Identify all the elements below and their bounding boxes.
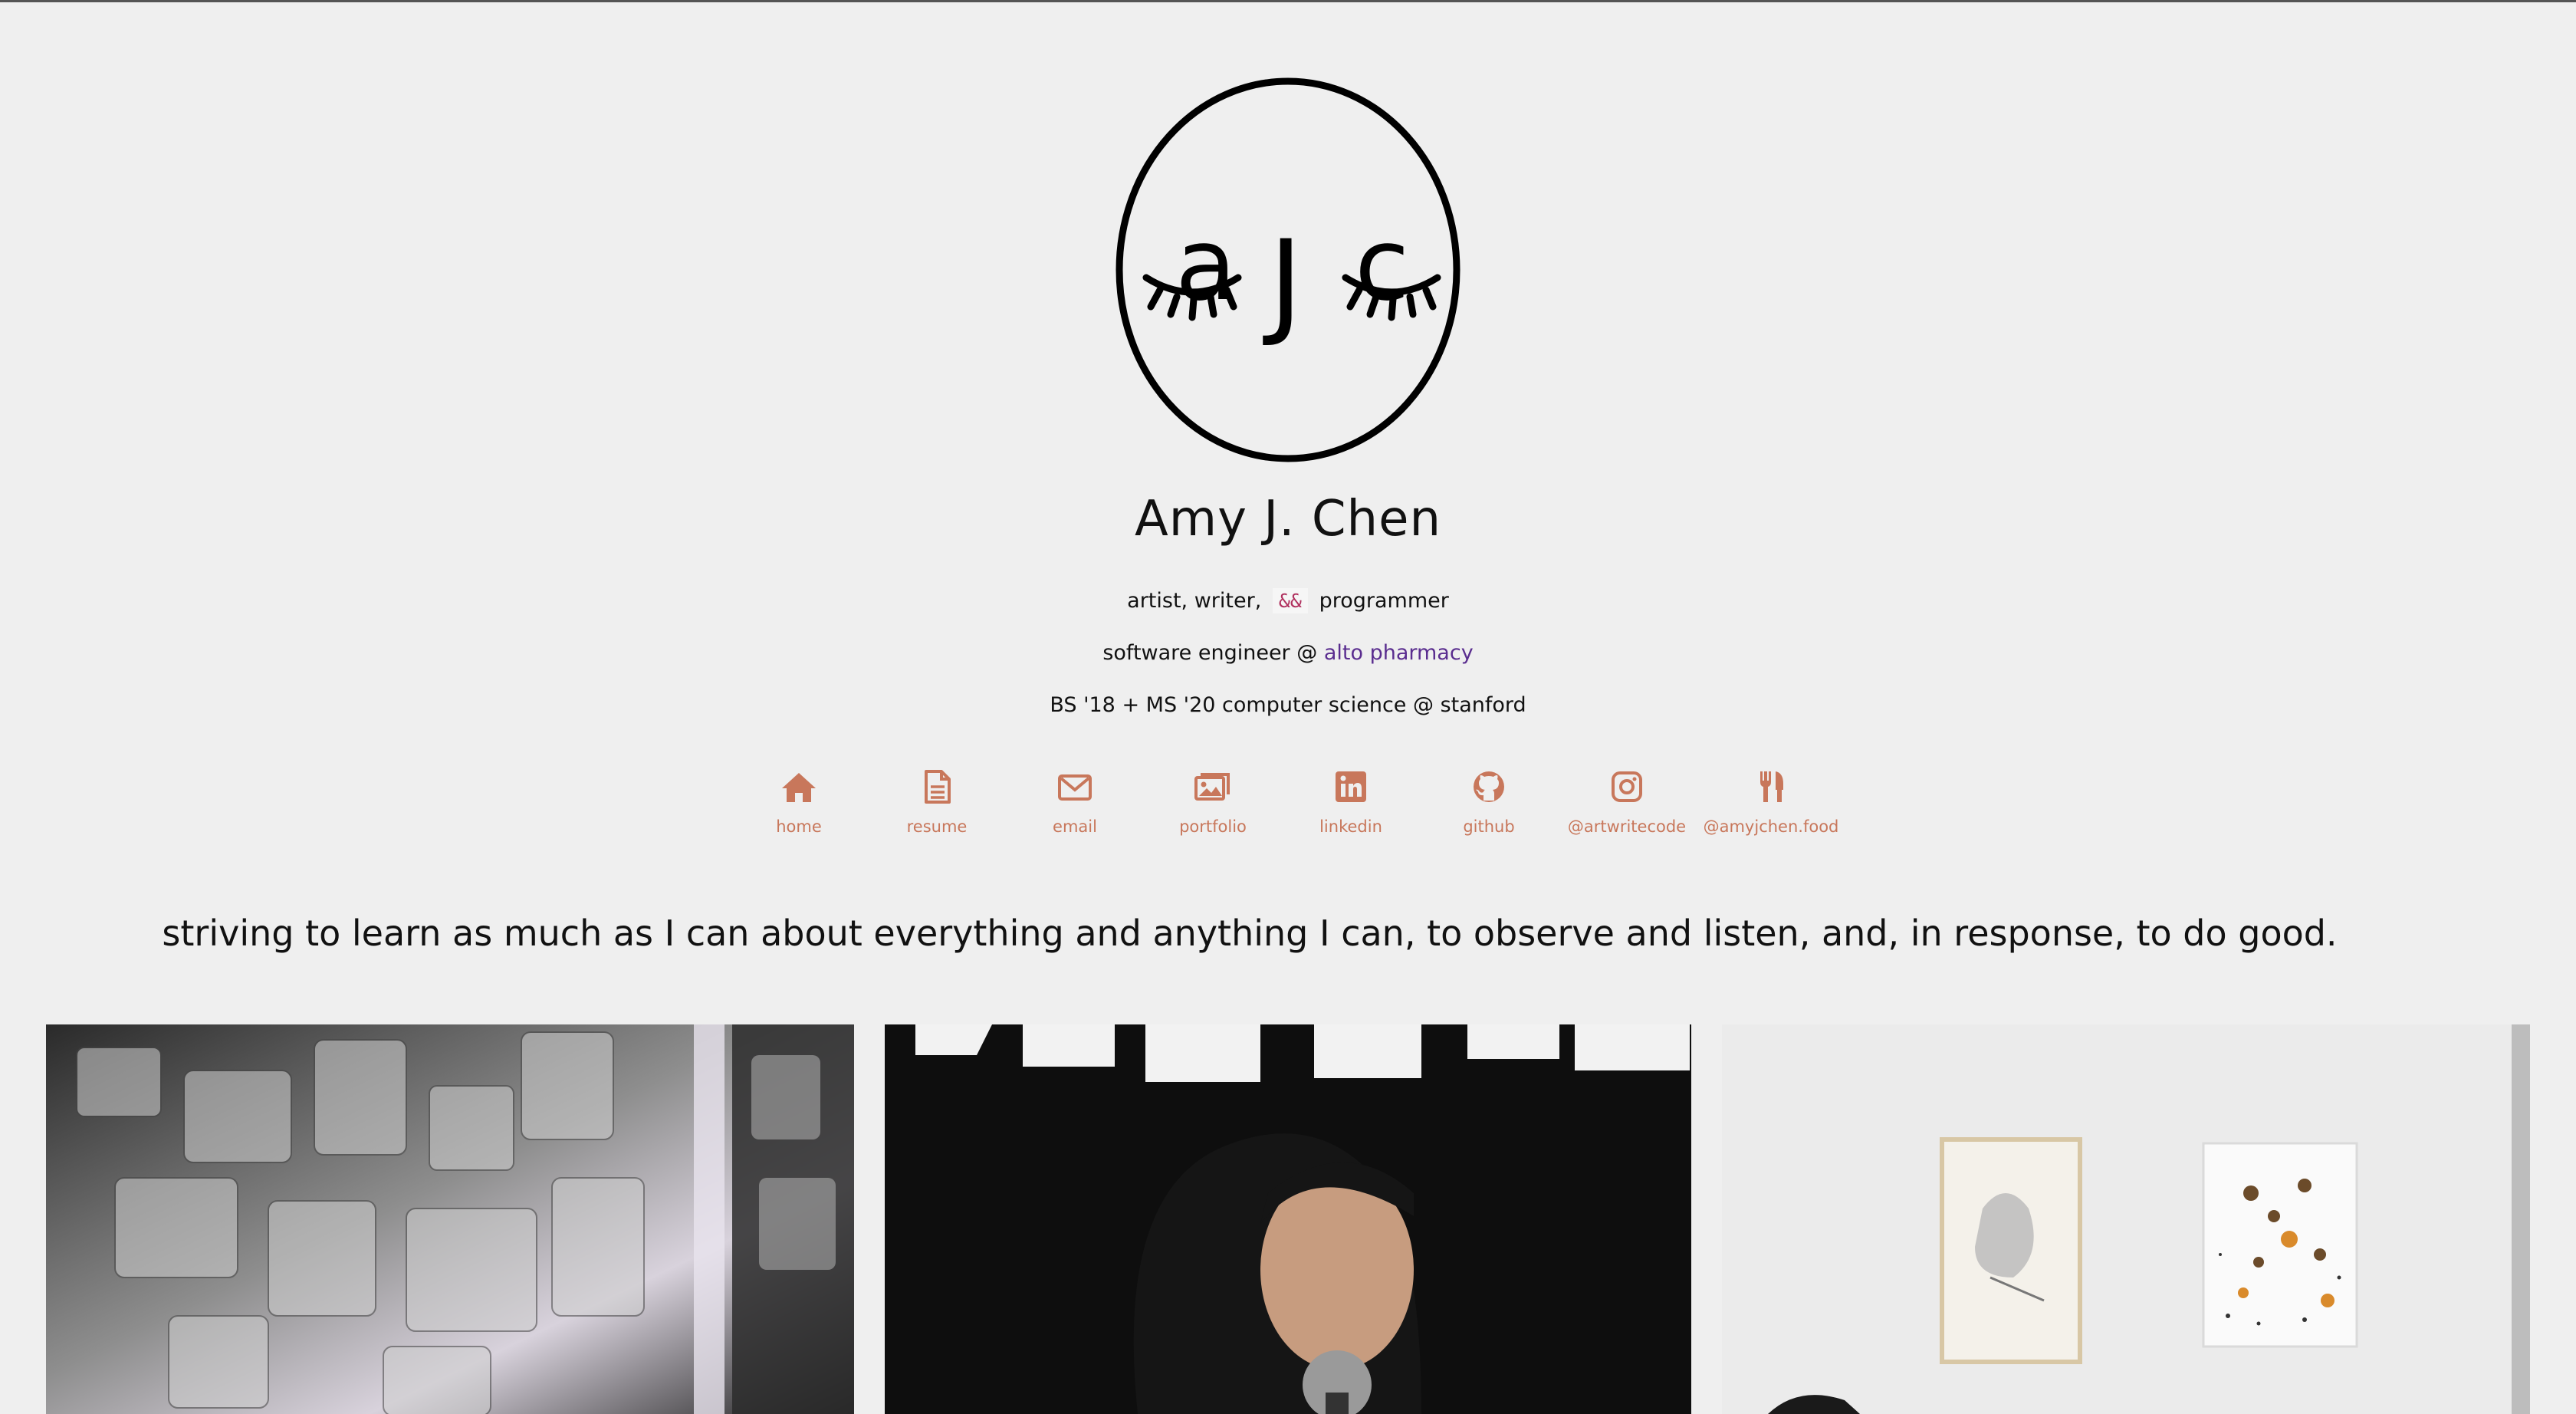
logo-letter-c: c bbox=[1355, 206, 1409, 323]
nav-label-home: home bbox=[776, 817, 822, 836]
amp-code: && bbox=[1272, 588, 1308, 613]
nav-label-instagram: @artwritecode bbox=[1567, 817, 1687, 836]
roles-text: artist, writer, bbox=[1127, 589, 1262, 613]
top-border bbox=[0, 0, 2576, 2]
education-line: BS '18 + MS '20 computer science @ stanf… bbox=[1050, 693, 1526, 717]
nav-label-linkedin: linkedin bbox=[1319, 817, 1382, 836]
page-title: Amy J. Chen bbox=[1134, 491, 1442, 548]
photo-art-installation[interactable] bbox=[46, 1024, 854, 1414]
photo-gallery-wall[interactable] bbox=[1722, 1024, 2530, 1414]
nav-portfolio[interactable]: portfolio bbox=[1136, 767, 1290, 836]
nav-linkedin[interactable]: linkedin bbox=[1274, 767, 1428, 836]
logo-face-icon: a J c bbox=[1116, 77, 1460, 462]
linkedin-icon bbox=[1336, 771, 1366, 802]
roles-line: artist, writer, && programmer bbox=[0, 588, 2576, 613]
envelope-icon bbox=[1058, 774, 1092, 801]
home-icon bbox=[782, 773, 816, 802]
nav-resume[interactable]: resume bbox=[860, 767, 1014, 836]
job-line: software engineer @ alto pharmacy bbox=[0, 641, 2576, 665]
motto-text: striving to learn as much as I can about… bbox=[162, 913, 2338, 954]
nav-home[interactable]: home bbox=[722, 767, 876, 836]
nav-food[interactable]: @amyjchen.food bbox=[1694, 767, 1848, 836]
job-prefix: software engineer @ bbox=[1102, 641, 1318, 665]
nav-github[interactable]: github bbox=[1412, 767, 1566, 836]
utensils-icon bbox=[1760, 771, 1783, 802]
speaking-photo-image bbox=[885, 1024, 1691, 1414]
nav-label-email: email bbox=[1053, 817, 1097, 836]
nav-label-github: github bbox=[1463, 817, 1515, 836]
ajc-logo: a J c bbox=[1116, 77, 1460, 463]
nav-email[interactable]: email bbox=[998, 767, 1152, 836]
nav-label-resume: resume bbox=[906, 817, 968, 836]
logo-letter-j: J bbox=[1263, 216, 1303, 350]
images-icon bbox=[1194, 773, 1230, 801]
company-link[interactable]: alto pharmacy bbox=[1324, 641, 1474, 665]
gallery-wall-image bbox=[1722, 1024, 2530, 1414]
nav-instagram[interactable]: @artwritecode bbox=[1550, 767, 1704, 836]
instagram-icon bbox=[1612, 771, 1642, 802]
logo-letter-a: a bbox=[1175, 206, 1237, 323]
github-icon bbox=[1474, 771, 1504, 802]
document-icon bbox=[925, 770, 951, 804]
art-installation-image bbox=[46, 1024, 854, 1414]
nav-label-food: @amyjchen.food bbox=[1703, 817, 1839, 836]
nav-label-portfolio: portfolio bbox=[1179, 817, 1247, 836]
roles-text-end: programmer bbox=[1319, 589, 1449, 613]
photo-speaking[interactable] bbox=[885, 1024, 1691, 1414]
